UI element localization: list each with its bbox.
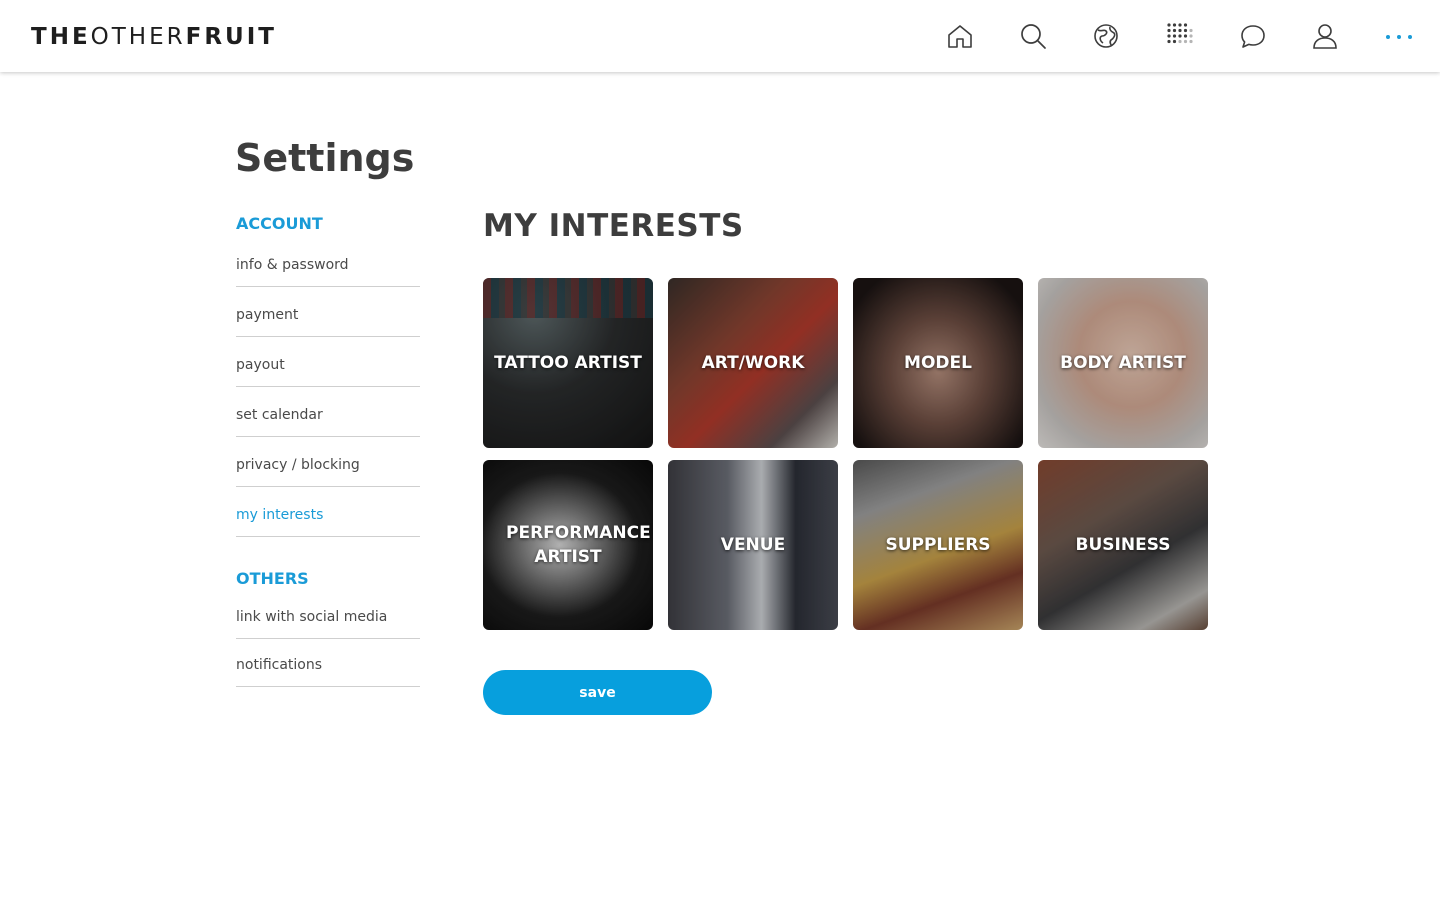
interest-tile-suppliers[interactable]: SUPPLIERS [853,460,1023,630]
sidebar-item-payment[interactable]: payment [236,287,420,337]
others-menu: link with social media notifications [236,591,420,687]
sidebar-item-notifications[interactable]: notifications [236,639,420,687]
globe-icon[interactable] [1092,22,1120,50]
interest-tile-tattoo-artist[interactable]: TATTOO ARTIST [483,278,653,448]
interest-tile-venue[interactable]: VENUE [668,460,838,630]
interest-tile-body-artist[interactable]: BODY ARTIST [1038,278,1208,448]
home-icon[interactable] [946,22,974,50]
top-navigation-bar: THEOTHERFRUIT [0,0,1440,72]
logo-text-fruit: FRUIT [185,24,277,50]
interest-tile-art-work[interactable]: ART/WORK [668,278,838,448]
chat-icon[interactable] [1239,22,1267,50]
sidebar-item-link-social-media[interactable]: link with social media [236,591,420,639]
interest-label: TATTOO ARTIST [494,353,642,373]
interest-label: BUSINESS [1075,535,1171,555]
interest-label: BODY ARTIST [1060,353,1186,373]
interest-tile-business[interactable]: BUSINESS [1038,460,1208,630]
interest-label: SUPPLIERS [885,535,991,555]
interest-label: VENUE [720,535,786,555]
logo-text-the: THE [31,24,91,50]
interest-tile-performance-artist[interactable]: PERFORMANCE ARTIST [483,460,653,630]
settings-sidebar: ACCOUNT info & password payment payout s… [236,212,420,687]
grid-dots-icon[interactable] [1165,22,1193,50]
sidebar-item-set-calendar[interactable]: set calendar [236,387,420,437]
sidebar-item-my-interests[interactable]: my interests [236,487,420,537]
user-icon[interactable] [1311,22,1339,50]
search-icon[interactable] [1019,22,1047,50]
sidebar-item-info-password[interactable]: info & password [236,236,420,287]
logo-text-other: OTHER [90,24,186,50]
my-interests-heading: MY INTERESTS [483,208,744,244]
account-menu: info & password payment payout set calen… [236,236,420,537]
interest-tile-model[interactable]: MODEL [853,278,1023,448]
account-section-title: ACCOUNT [236,214,323,233]
sidebar-item-privacy-blocking[interactable]: privacy / blocking [236,437,420,487]
brand-logo[interactable]: THEOTHERFRUIT [31,24,277,50]
page-title: Settings [235,136,415,180]
more-icon[interactable] [1385,22,1413,50]
interest-label: MODEL [904,353,972,373]
interest-label: ART/WORK [701,353,805,373]
sidebar-item-payout[interactable]: payout [236,337,420,387]
interest-label: PERFORMANCE ARTIST [506,523,651,567]
others-section-title: OTHERS [236,569,309,588]
interests-grid: TATTOO ARTIST ART/WORK MODEL BODY ARTIST… [483,278,1208,630]
save-button[interactable]: save [483,670,712,715]
